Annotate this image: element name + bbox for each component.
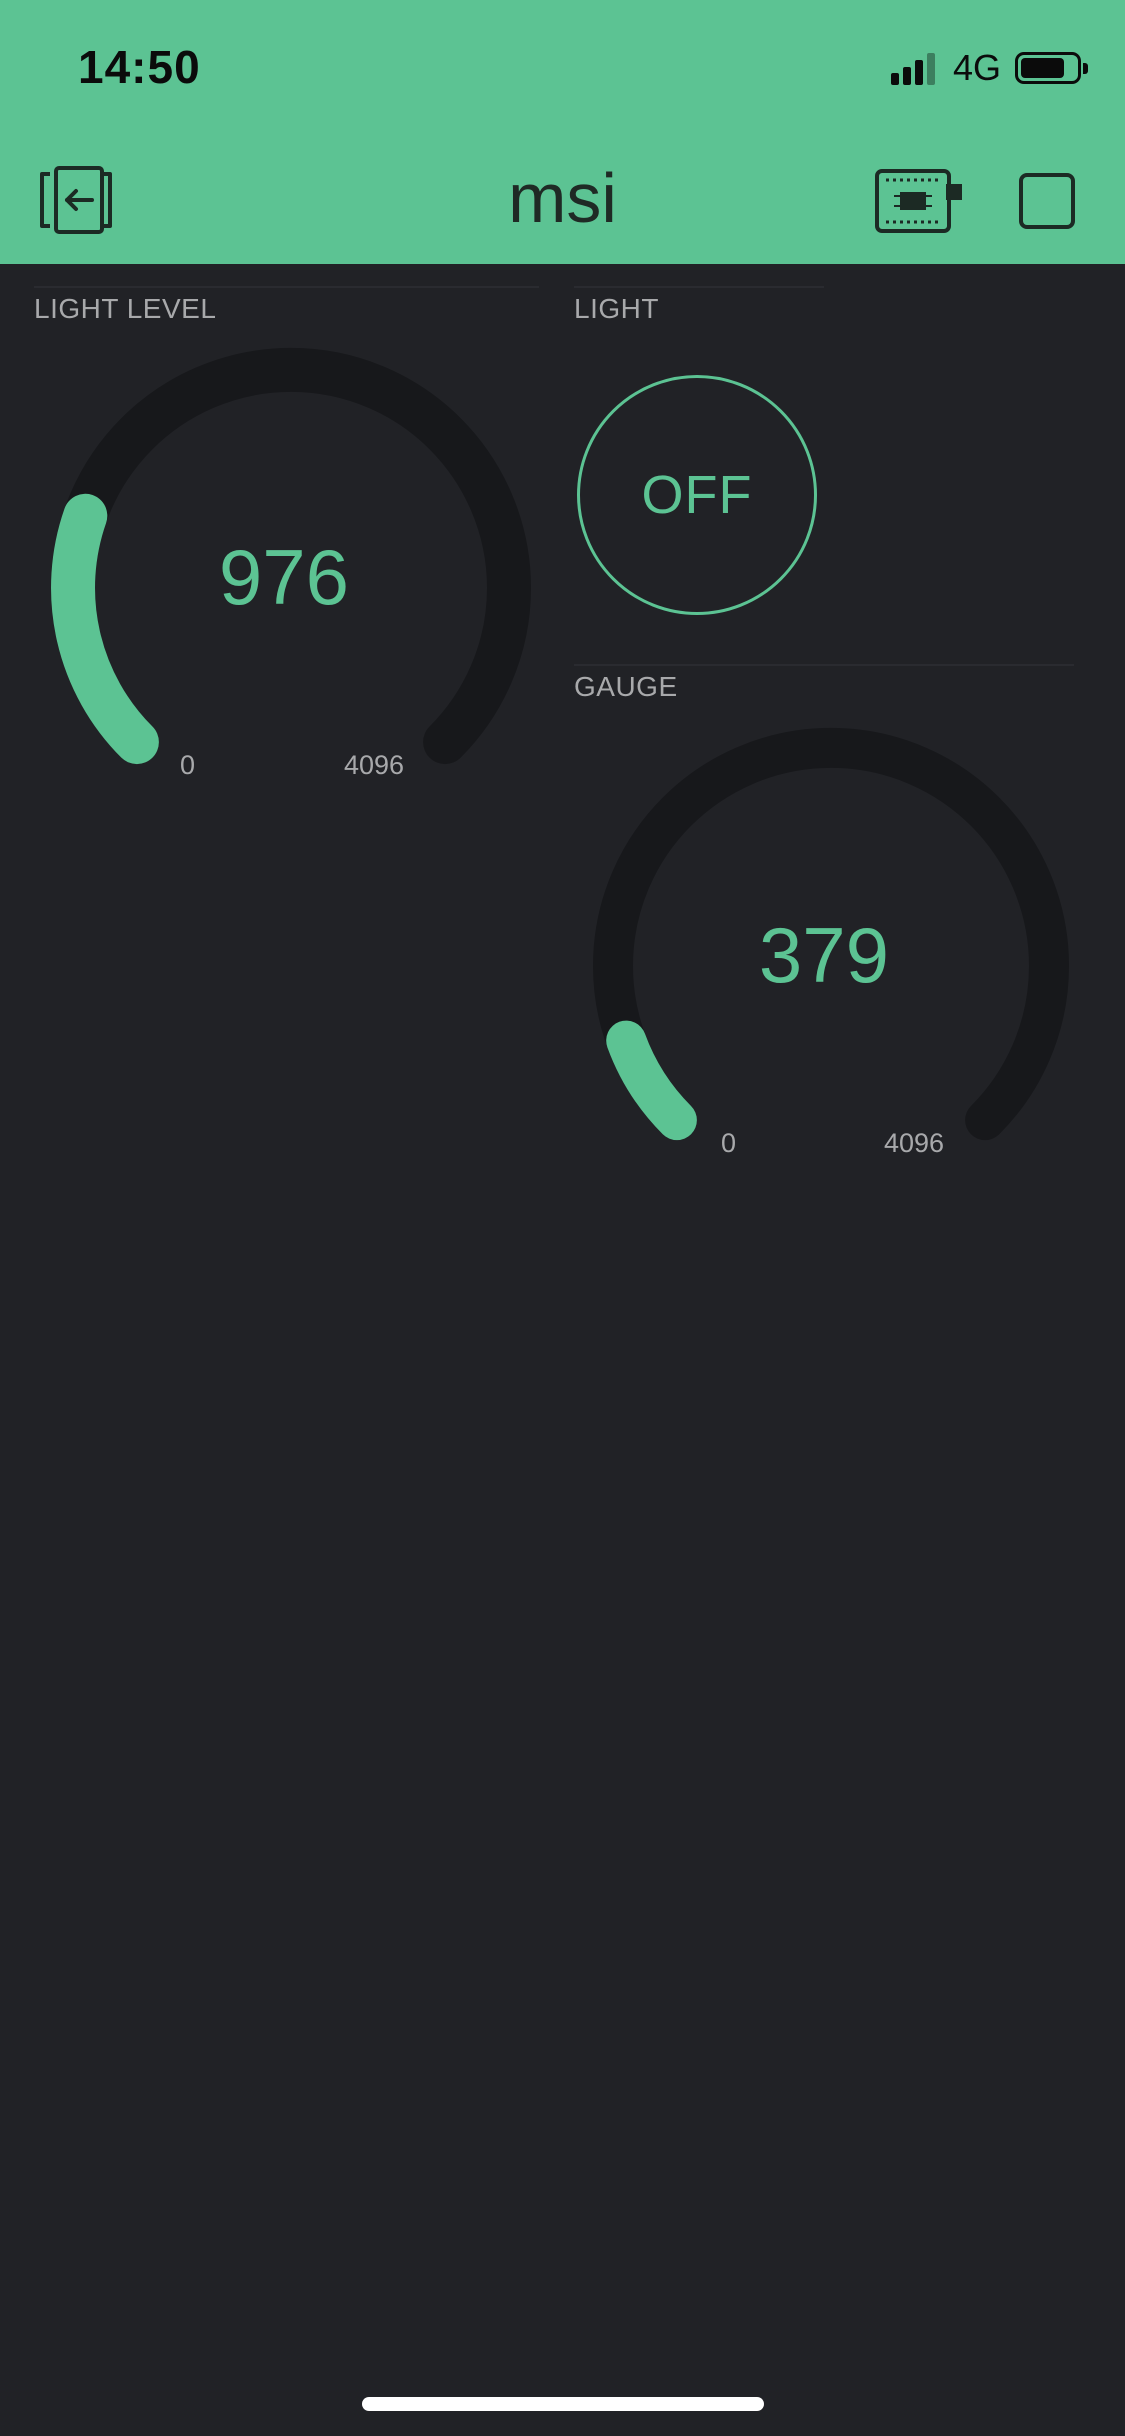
widget-divider [34,286,539,288]
light-level-value: 976 [218,533,350,621]
gauge-value: 379 [758,911,890,999]
app-screen: 14:50 4G msi LIGHT LEVEL 976 0 4096 LIGH… [0,0,1125,2436]
device-button[interactable] [874,168,964,234]
app-header: 14:50 4G msi [0,0,1125,264]
signal-icon [890,51,939,85]
widget-divider [574,664,1074,666]
stop-icon [1019,173,1075,229]
widget-divider [574,286,824,288]
status-indicators: 4G [890,46,1088,90]
gauge-min: 0 [721,1128,737,1158]
gauge-max: 4096 [884,1128,945,1158]
status-time: 14:50 [78,41,201,93]
light-level-label: LIGHT LEVEL [34,293,217,324]
light-level-max: 4096 [344,750,405,780]
gauge-label: GAUGE [574,671,678,702]
light-level-gauge[interactable]: 976 0 4096 [34,340,534,790]
home-indicator[interactable] [362,2397,764,2411]
light-label: LIGHT [574,293,659,324]
battery-icon [1015,52,1088,84]
gauge-widget[interactable]: 379 0 4096 [574,718,1074,1168]
device-chip-icon [875,169,962,233]
stop-button[interactable] [1018,172,1076,230]
light-toggle-button[interactable]: OFF [577,375,817,615]
network-type: 4G [952,47,1001,88]
light-level-min: 0 [180,750,196,780]
